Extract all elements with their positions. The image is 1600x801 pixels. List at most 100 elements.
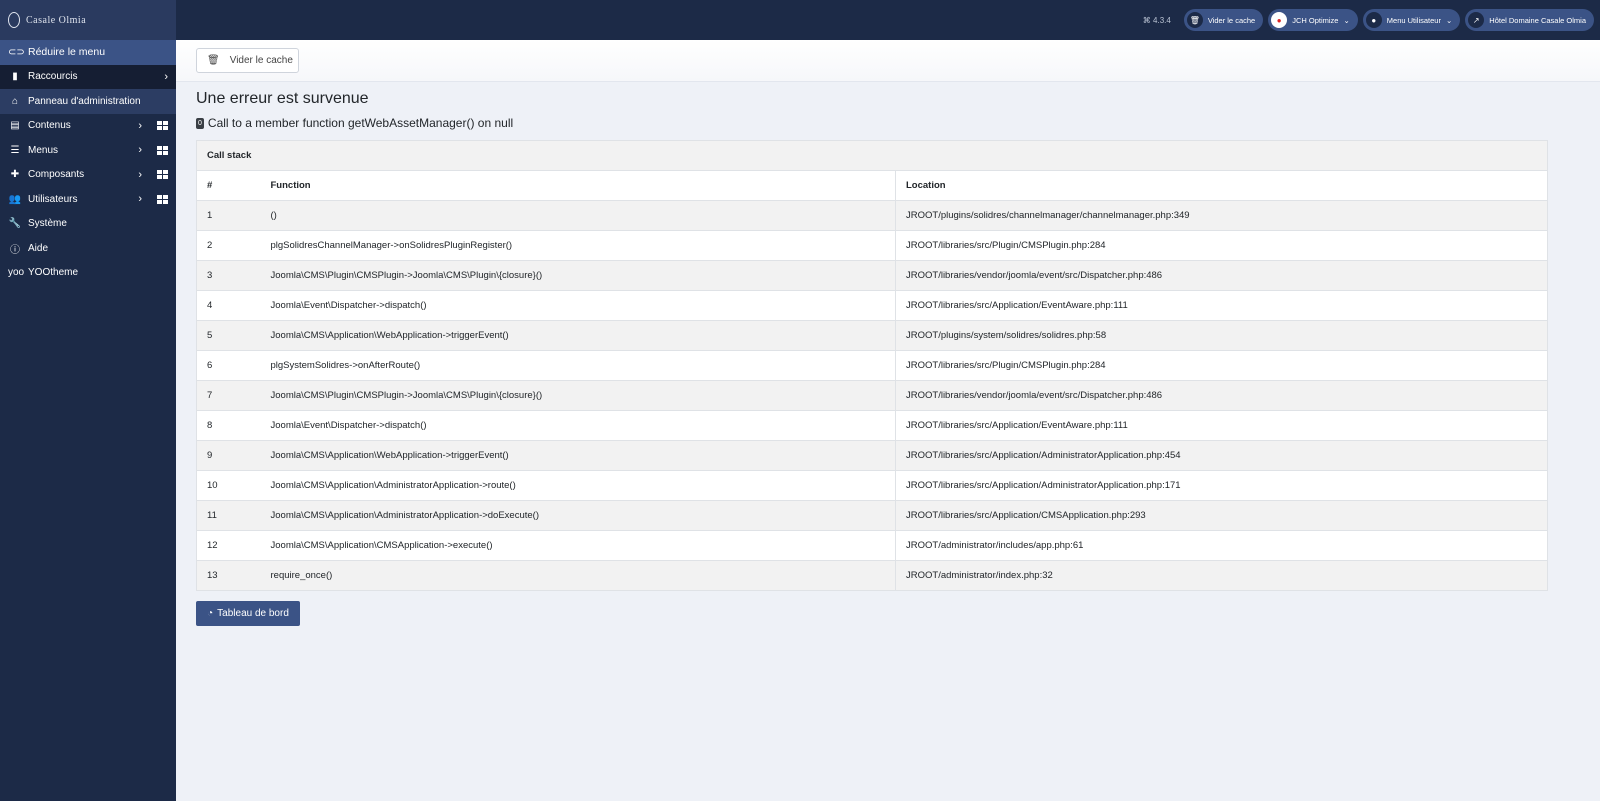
site-link-button[interactable]: ↗ Hôtel Domaine Casale Olmia bbox=[1465, 9, 1594, 31]
file-icon: ▤ bbox=[10, 120, 20, 132]
table-row: 4 Joomla\Event\Dispatcher->dispatch() JROO… bbox=[196, 290, 1548, 321]
error-code-badge: 0 bbox=[196, 117, 204, 129]
sidebar-item-label: Composants bbox=[28, 169, 85, 181]
dashboard-icon: ◔ bbox=[207, 608, 214, 619]
row-index: 5 bbox=[196, 320, 261, 351]
row-index: 9 bbox=[196, 440, 261, 471]
table-row: 13 require_once() JROOT/administrator/inde… bbox=[196, 560, 1548, 591]
row-index: 10 bbox=[196, 470, 261, 501]
row-location: JROOT/libraries/vendor/joomla/event/src/… bbox=[895, 380, 1548, 411]
sidebar-item-aide[interactable]: ⓘ Aide bbox=[0, 236, 176, 261]
chevron-down-icon: ⌄ bbox=[1445, 15, 1453, 25]
chevron-right-icon[interactable]: › bbox=[164, 71, 168, 83]
external-link-icon: ↗ bbox=[1468, 12, 1485, 28]
sidebar-item-label: Panneau d'administration bbox=[28, 95, 141, 107]
row-function: Joomla\CMS\Plugin\CMSPlugin->Joomla\CMS\… bbox=[260, 380, 896, 411]
header-clear-cache-button[interactable]: 🗑 Vider le cache bbox=[1183, 9, 1264, 31]
row-function: plgSystemSolidres->onAfterRoute() bbox=[260, 350, 896, 381]
sidebar-item-composants[interactable]: ✚ Composants › bbox=[0, 163, 176, 188]
sidebar-item-raccourcis[interactable]: ▮ Raccourcis › bbox=[0, 64, 176, 89]
table-row: 3 Joomla\CMS\Plugin\CMSPlugin->Joomla\CMS… bbox=[196, 260, 1548, 291]
row-index: 7 bbox=[196, 380, 261, 411]
dashboard-grid-icon[interactable] bbox=[157, 194, 168, 204]
sidebar-item-r-duire-le-menu[interactable]: ⊂⊃ Réduire le menu bbox=[0, 40, 176, 65]
list-icon: ☰ bbox=[10, 144, 20, 156]
row-location: JROOT/administrator/index.php:32 bbox=[895, 560, 1548, 591]
column-header: Location bbox=[895, 170, 1548, 201]
wrench-icon: 🔧 bbox=[8, 218, 22, 230]
row-location: JROOT/libraries/src/Application/EventAwa… bbox=[895, 290, 1548, 321]
row-function: Joomla\CMS\Application\WebApplication->t… bbox=[260, 320, 896, 351]
toggle-icon: ⊂⊃ bbox=[8, 46, 25, 58]
chevron-down-icon: ⌄ bbox=[1343, 15, 1350, 25]
row-index: 6 bbox=[196, 350, 261, 381]
user-menu-button[interactable]: ● Menu Utilisateur ⌄ bbox=[1362, 9, 1461, 31]
chevron-right-icon[interactable]: › bbox=[138, 120, 142, 132]
sidebar-item-label: Aide bbox=[28, 242, 49, 254]
home-icon: ⌂ bbox=[11, 95, 19, 107]
dashboard-grid-icon[interactable] bbox=[157, 121, 168, 131]
call-stack-table: Call stack # Function Location 1() JROOT/pl… bbox=[196, 140, 1548, 591]
jch-icon: ● bbox=[1271, 12, 1288, 28]
row-location: JROOT/libraries/src/Plugin/CMSPlugin.php… bbox=[895, 230, 1548, 261]
sidebar-item-label: Contenus bbox=[28, 120, 71, 132]
row-function: Joomla\CMS\Application\AdministratorAppl… bbox=[260, 500, 896, 531]
row-index: 3 bbox=[196, 260, 261, 291]
row-function: Joomla\Event\Dispatcher->dispatch() bbox=[260, 410, 896, 441]
logo[interactable]: Casale Olmia bbox=[0, 0, 176, 40]
sidebar-item-yootheme[interactable]: yoo YOOtheme bbox=[0, 261, 176, 286]
row-function: Joomla\CMS\Plugin\CMSPlugin->Joomla\CMS\… bbox=[260, 260, 896, 291]
sidebar-item-label: Raccourcis bbox=[28, 71, 78, 83]
table-row: 12 Joomla\CMS\Application\CMSApplication-… bbox=[196, 530, 1548, 561]
table-row: 8 Joomla\Event\Dispatcher->dispatch() JROO… bbox=[196, 410, 1548, 441]
error-title: Une erreur est survenue bbox=[196, 90, 369, 107]
sidebar-item-syst-me[interactable]: 🔧 Système bbox=[0, 212, 176, 237]
row-function: plgSolidresChannelManager->onSolidresPlu… bbox=[260, 230, 896, 261]
sidebar-item-label: Système bbox=[28, 218, 67, 230]
row-location: JROOT/libraries/src/Plugin/CMSPlugin.php… bbox=[895, 350, 1548, 381]
sidebar-item-contenus[interactable]: ▤ Contenus › bbox=[0, 114, 176, 139]
header: ⌘ 4.3.4 🗑 Vider le cache ● JCH Optimize ⌄ ●… bbox=[176, 0, 1600, 40]
row-index: 4 bbox=[196, 290, 261, 321]
table-row: 1() JROOT/plugins/solidres/channelmanager… bbox=[196, 200, 1548, 231]
row-function: Joomla\Event\Dispatcher->dispatch() bbox=[260, 290, 896, 321]
clear-cache-button[interactable]: 🗑 Vider le cache bbox=[196, 48, 299, 73]
chevron-right-icon[interactable]: › bbox=[138, 144, 142, 156]
sidebar-item-label: Menus bbox=[28, 144, 59, 156]
row-function: Joomla\CMS\Application\WebApplication->t… bbox=[260, 440, 896, 471]
row-function: Joomla\CMS\Application\CMSApplication->e… bbox=[260, 530, 896, 561]
trash-icon: 🗑 bbox=[1186, 12, 1203, 28]
table-row: 6 plgSystemSolidres->onAfterRoute() JROOT/… bbox=[196, 350, 1548, 381]
users-icon: 👥 bbox=[8, 193, 22, 205]
row-location: JROOT/libraries/src/Application/CMSAppli… bbox=[895, 500, 1548, 531]
sidebar-item-panneau-d-administration[interactable]: ⌂ Panneau d'administration bbox=[0, 89, 176, 114]
row-location: JROOT/plugins/solidres/channelmanager/ch… bbox=[895, 200, 1548, 231]
chevron-right-icon[interactable]: › bbox=[138, 193, 142, 205]
info-icon: ⓘ bbox=[10, 244, 20, 256]
table-row: 5 Joomla\CMS\Application\WebApplication->… bbox=[196, 320, 1548, 351]
row-function: Joomla\CMS\Application\AdministratorAppl… bbox=[260, 470, 896, 501]
dashboard-button[interactable]: ◔ Tableau de bord bbox=[196, 601, 300, 626]
row-function: () bbox=[260, 200, 896, 231]
column-header: # bbox=[196, 170, 261, 201]
row-location: JROOT/administrator/includes/app.php:61 bbox=[895, 530, 1548, 561]
trash-icon: 🗑 bbox=[207, 55, 220, 66]
sidebar-item-utilisateurs[interactable]: 👥 Utilisateurs › bbox=[0, 187, 176, 212]
sidebar: Casale Olmia ⊂⊃ Réduire le menu ▮ Raccourci… bbox=[0, 0, 176, 801]
joomla-version: ⌘ 4.3.4 bbox=[1142, 15, 1171, 25]
logo-text: Casale Olmia bbox=[26, 14, 87, 26]
row-location: JROOT/libraries/vendor/joomla/event/src/… bbox=[895, 260, 1548, 291]
sidebar-item-label: YOOtheme bbox=[28, 267, 79, 279]
jch-optimize-button[interactable]: ● JCH Optimize ⌄ bbox=[1268, 9, 1358, 31]
chevron-right-icon[interactable]: › bbox=[138, 169, 142, 181]
user-icon: ● bbox=[1365, 12, 1382, 28]
row-index: 12 bbox=[196, 530, 261, 561]
sidebar-item-menus[interactable]: ☰ Menus › bbox=[0, 138, 176, 163]
logo-mark-icon bbox=[8, 12, 20, 28]
table-row: 2 plgSolidresChannelManager->onSolidresPl… bbox=[196, 230, 1548, 261]
dashboard-grid-icon[interactable] bbox=[157, 145, 168, 155]
dashboard-grid-icon[interactable] bbox=[157, 170, 168, 180]
row-location: JROOT/libraries/src/Application/Administ… bbox=[895, 440, 1548, 471]
error-message: 0 Call to a member function getWebAssetMa… bbox=[196, 116, 514, 130]
toolbar: 🗑 Vider le cache bbox=[176, 40, 1600, 82]
